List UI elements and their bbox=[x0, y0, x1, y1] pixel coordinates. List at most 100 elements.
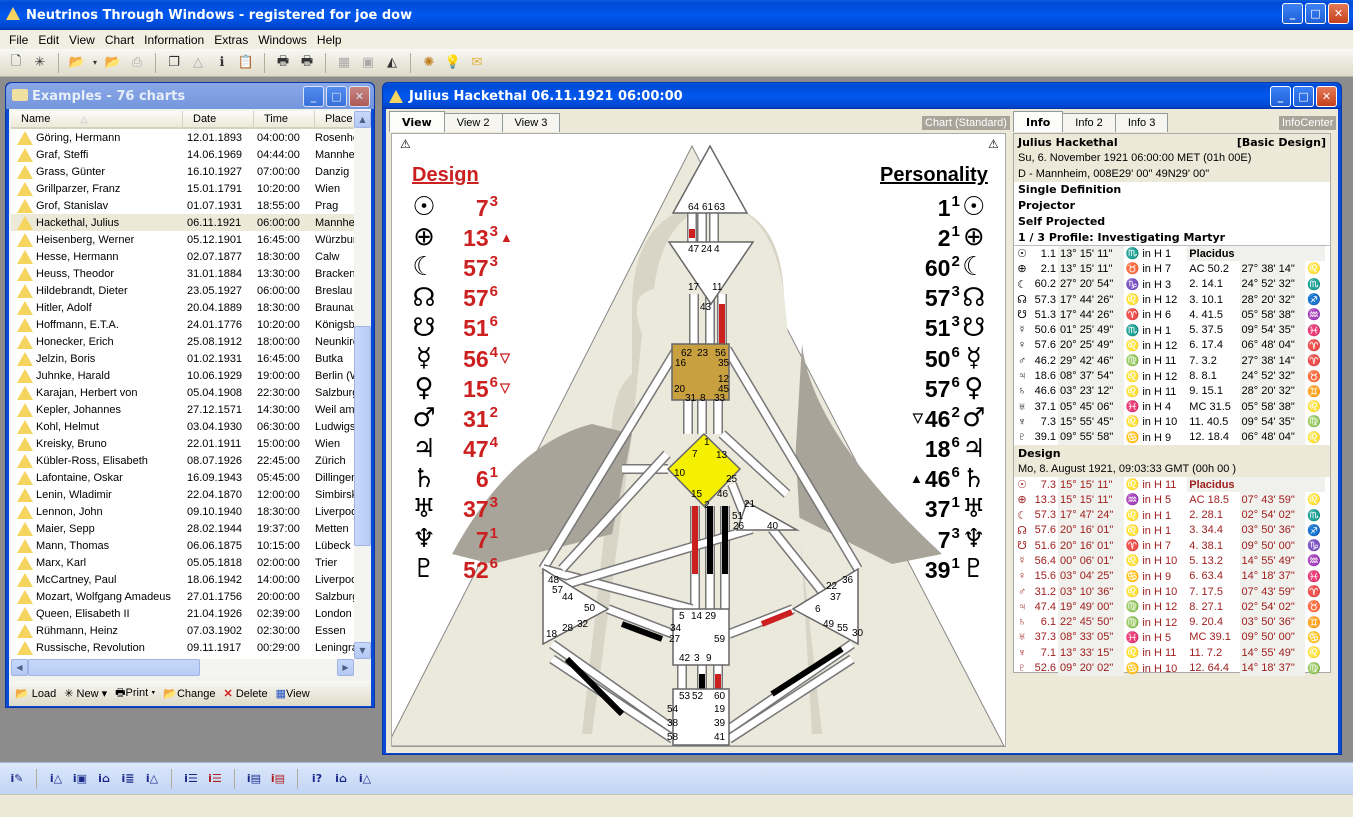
list-item[interactable]: Karajan, Herbert von 05.04.1908 22:30:00 Sa… bbox=[11, 384, 354, 401]
list-item[interactable]: Juhnke, Harald 10.06.1929 19:00:00 Berlin (… bbox=[11, 367, 354, 384]
menu-information[interactable]: Information bbox=[139, 33, 209, 47]
tab-info-2[interactable]: Info 2 bbox=[1062, 113, 1116, 132]
list-item[interactable]: Grass, Günter 16.10.1927 07:00:00 Danzig bbox=[11, 163, 354, 180]
maximize-button[interactable]: □ bbox=[1305, 3, 1326, 24]
edit-info-icon[interactable]: i✎ bbox=[8, 772, 26, 785]
chart-maximize-button[interactable]: □ bbox=[1293, 86, 1314, 107]
menu-chart[interactable]: Chart bbox=[100, 33, 139, 47]
print-preview-icon[interactable]: ⎙ bbox=[127, 53, 147, 73]
scroll-left-button[interactable]: ◀ bbox=[11, 659, 28, 676]
info-table-icon[interactable]: i☰ bbox=[182, 772, 200, 785]
info-tower-icon[interactable]: i△ bbox=[356, 772, 374, 785]
delete-button[interactable]: ✕ Delete bbox=[224, 687, 268, 700]
lightbulb-icon[interactable]: 💡 bbox=[443, 53, 463, 73]
tab-view-2[interactable]: View 2 bbox=[443, 113, 503, 132]
list-item[interactable]: Hesse, Hermann 02.07.1877 18:30:00 Calw bbox=[11, 248, 354, 265]
list-item[interactable]: Honecker, Erich 25.08.1912 18:00:00 Neunkir… bbox=[11, 333, 354, 350]
list-item[interactable]: Heuss, Theodor 31.01.1884 13:30:00 Brackenh bbox=[11, 265, 354, 282]
info-house-icon[interactable]: i⌂ bbox=[95, 772, 113, 785]
edit-list-icon[interactable]: 📋 bbox=[236, 53, 256, 73]
palette-icon[interactable]: ✺ bbox=[419, 53, 439, 73]
column-time[interactable]: Time bbox=[254, 111, 315, 127]
load-button[interactable]: 📂 Load bbox=[15, 687, 56, 700]
info-table-edit-icon[interactable]: i☰ bbox=[206, 772, 224, 785]
tab-info-3[interactable]: Info 3 bbox=[1114, 113, 1169, 132]
info-list-icon[interactable]: i≣ bbox=[119, 772, 137, 785]
new-button[interactable]: ✳ New ▾ bbox=[64, 687, 107, 700]
list-item[interactable]: Maier, Sepp 28.02.1944 19:37:00 Metten bbox=[11, 520, 354, 537]
menu-edit[interactable]: Edit bbox=[33, 33, 64, 47]
list-item[interactable]: Hildebrandt, Dieter 23.05.1927 06:00:00 Bre… bbox=[11, 282, 354, 299]
list-item[interactable]: McCartney, Paul 18.06.1942 14:00:00 Liverpo… bbox=[11, 571, 354, 588]
list-item[interactable]: Kepler, Johannes 27.12.1571 14:30:00 Weil a… bbox=[11, 401, 354, 418]
tab-view[interactable]: View bbox=[389, 111, 445, 132]
print-setup-icon[interactable]: 🖶 bbox=[297, 53, 317, 73]
list-item[interactable]: Kohl, Helmut 03.04.1930 06:30:00 Ludwigsh bbox=[11, 418, 354, 435]
list-item[interactable]: Jelzin, Boris 01.02.1931 16:45:00 Butka bbox=[11, 350, 354, 367]
image-icon[interactable]: ▣ bbox=[358, 53, 378, 73]
info-transit-icon[interactable]: i△ bbox=[143, 772, 161, 785]
info-home-icon[interactable]: i⌂ bbox=[332, 772, 350, 785]
chart-close-button[interactable]: ✕ bbox=[1316, 86, 1337, 107]
column-date[interactable]: Date bbox=[183, 111, 254, 127]
horizontal-scroll-thumb[interactable] bbox=[28, 659, 200, 676]
open-folder-icon[interactable]: 📂 bbox=[67, 53, 87, 73]
list-item[interactable]: Hackethal, Julius 06.11.1921 06:00:00 Mannh… bbox=[11, 214, 354, 231]
menu-help[interactable]: Help bbox=[312, 33, 347, 47]
list-item[interactable]: Lafontaine, Oskar 16.09.1943 05:45:00 Dilli… bbox=[11, 469, 354, 486]
close-button[interactable]: ✕ bbox=[1328, 3, 1349, 24]
view-button[interactable]: ▦View bbox=[276, 687, 310, 700]
scroll-up-button[interactable]: ▲ bbox=[354, 111, 371, 128]
list-item[interactable]: Marx, Karl 05.05.1818 02:00:00 Trier bbox=[11, 554, 354, 571]
bodygraph-icon[interactable]: ◭ bbox=[382, 53, 402, 73]
info-help-icon[interactable]: i? bbox=[308, 772, 326, 785]
tab-info[interactable]: Info bbox=[1013, 111, 1064, 132]
transit-icon[interactable]: △ bbox=[188, 53, 208, 73]
info-image-icon[interactable]: i▣ bbox=[71, 772, 89, 785]
list-item[interactable]: Lennon, John 09.10.1940 18:30:00 Liverpool bbox=[11, 503, 354, 520]
menu-extras[interactable]: Extras bbox=[209, 33, 253, 47]
list-item[interactable]: Göring, Hermann 12.01.1893 04:00:00 Rosenhe… bbox=[11, 129, 354, 146]
mail-icon[interactable]: ✉ bbox=[467, 53, 487, 73]
scroll-right-button[interactable]: ▶ bbox=[337, 659, 354, 676]
info-doc-red-icon[interactable]: i▤ bbox=[269, 772, 287, 785]
info-icon[interactable]: ℹ bbox=[212, 53, 232, 73]
change-button[interactable]: 📂Change bbox=[163, 687, 215, 700]
new-blank-icon[interactable]: ✳ bbox=[30, 53, 50, 73]
tab-view-3[interactable]: View 3 bbox=[501, 113, 561, 132]
menu-windows[interactable]: Windows bbox=[253, 33, 312, 47]
grid-icon[interactable]: ▦ bbox=[334, 53, 354, 73]
examples-close-button[interactable]: ✕ bbox=[349, 86, 370, 107]
list-item[interactable]: Russische, Revolution 09.11.1917 00:29:00 L… bbox=[11, 639, 354, 656]
list-item[interactable]: Lenin, Wladimir 22.04.1870 12:00:00 Simbirs… bbox=[11, 486, 354, 503]
list-item[interactable]: Kreisky, Bruno 22.01.1911 15:00:00 Wien bbox=[11, 435, 354, 452]
menu-view[interactable]: View bbox=[64, 33, 100, 47]
scroll-down-button[interactable]: ▼ bbox=[354, 642, 371, 659]
vertical-scroll-thumb[interactable] bbox=[354, 326, 371, 546]
info-doc-icon[interactable]: i▤ bbox=[245, 772, 263, 785]
list-item[interactable]: Graf, Steffi 14.06.1969 04:44:00 Mannheir bbox=[11, 146, 354, 163]
list-item[interactable]: Grillparzer, Franz 15.01.1791 10:20:00 Wien bbox=[11, 180, 354, 197]
menu-file[interactable]: File bbox=[4, 33, 33, 47]
chart-minimize-button[interactable]: _ bbox=[1270, 86, 1291, 107]
list-item[interactable]: Kübler-Ross, Elisabeth 08.07.1926 22:45:00… bbox=[11, 452, 354, 469]
list-item[interactable]: Heisenberg, Werner 05.12.1901 16:45:00 Würz… bbox=[11, 231, 354, 248]
list-item[interactable]: Mann, Thomas 06.06.1875 10:15:00 Lübeck bbox=[11, 537, 354, 554]
list-item[interactable]: Queen, Elisabeth II 21.04.1926 02:39:00 Lon… bbox=[11, 605, 354, 622]
print-icon[interactable]: 🖶 bbox=[273, 53, 293, 73]
list-item[interactable]: Hitler, Adolf 20.04.1889 18:30:00 Braunau bbox=[11, 299, 354, 316]
dropdown-icon[interactable]: ▾ bbox=[91, 53, 99, 73]
list-item[interactable]: Grof, Stanislav 01.07.1931 18:55:00 Prag bbox=[11, 197, 354, 214]
list-item[interactable]: Rühmann, Heinz 07.03.1902 02:30:00 Essen bbox=[11, 622, 354, 639]
minimize-button[interactable]: _ bbox=[1282, 3, 1303, 24]
horizontal-scrollbar[interactable]: ◀ ▶ bbox=[11, 659, 354, 676]
list-item[interactable]: Mozart, Wolfgang Amadeus 27.01.1756 20:00:… bbox=[11, 588, 354, 605]
copy-icon[interactable]: ❐ bbox=[164, 53, 184, 73]
open-image-icon[interactable]: 📂 bbox=[103, 53, 123, 73]
print-button[interactable]: 🖶Print ▾ bbox=[115, 684, 155, 703]
list-item[interactable]: Hoffmann, E.T.A. 24.01.1776 10:20:00 Königs… bbox=[11, 316, 354, 333]
examples-maximize-button[interactable]: □ bbox=[326, 86, 347, 107]
examples-minimize-button[interactable]: _ bbox=[303, 86, 324, 107]
vertical-scrollbar[interactable]: ▲ ▼ bbox=[354, 111, 371, 659]
column-name[interactable]: Name △ bbox=[11, 111, 183, 127]
